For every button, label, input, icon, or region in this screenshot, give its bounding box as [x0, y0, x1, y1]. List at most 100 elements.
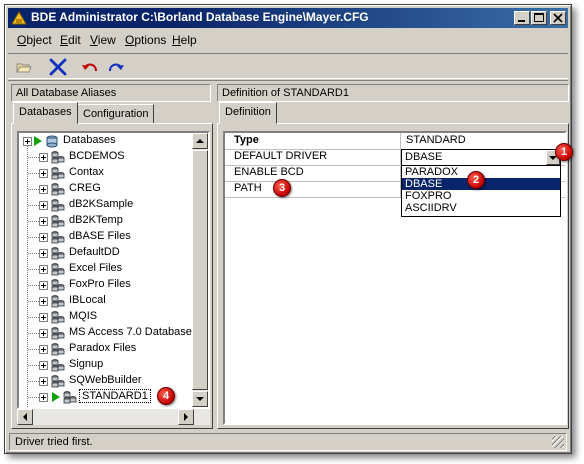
expand-icon[interactable]	[39, 217, 48, 226]
tree-horizontal-scrollbar[interactable]	[17, 409, 210, 425]
menu-view[interactable]: View	[90, 33, 116, 47]
scroll-left-button[interactable]	[17, 409, 33, 425]
right-panel-caption: Definition of STANDARD1	[217, 84, 569, 102]
default-driver-combobox[interactable]: DBASE	[401, 149, 561, 166]
database-alias-icon	[51, 231, 65, 244]
database-alias-icon	[51, 327, 65, 340]
tree-item-label: dB2KTemp	[69, 214, 123, 226]
tree-item-signup[interactable]: Signup	[19, 357, 195, 373]
database-tree[interactable]: Databases BCDEMOS Contax CREG dB2KSample dB2…	[17, 131, 210, 409]
tree-item-label: STANDARD1	[79, 389, 151, 403]
expand-icon[interactable]	[39, 265, 48, 274]
tree-item-label: Contax	[69, 166, 104, 178]
tree-connector	[28, 285, 39, 286]
expand-icon[interactable]	[39, 233, 48, 242]
scroll-up-button[interactable]	[192, 133, 208, 149]
expand-icon[interactable]	[39, 201, 48, 210]
database-alias-icon	[51, 215, 65, 228]
database-alias-icon	[63, 391, 77, 404]
pointer-arrow-icon	[34, 136, 42, 146]
scroll-right-button[interactable]	[178, 409, 194, 425]
minimize-button[interactable]	[514, 11, 530, 25]
tab-definition[interactable]: Definition	[219, 102, 277, 124]
database-alias-icon	[51, 375, 65, 388]
toolbar-separator	[8, 80, 568, 81]
dropdown-option-asciidrv[interactable]: ASCIIDRV	[402, 202, 560, 214]
tree-connector	[28, 157, 39, 158]
tree-item-contax[interactable]: Contax	[19, 165, 195, 181]
undo-arrow-icon	[82, 63, 97, 72]
menu-object[interactable]: Object	[17, 33, 52, 47]
callout-badge-3: 3	[273, 179, 291, 197]
tree-item-label: IBLocal	[69, 294, 106, 306]
database-alias-icon	[51, 263, 65, 276]
delete-button[interactable]	[48, 57, 68, 77]
open-folder-icon	[16, 63, 32, 73]
tree-root-databases[interactable]: Databases	[19, 133, 195, 149]
tree-vertical-scrollbar[interactable]	[192, 133, 208, 407]
tree-item-label: dBASE Files	[69, 230, 131, 242]
tree-item-paradox-files[interactable]: Paradox Files	[19, 341, 195, 357]
tree-item-label: BCDEMOS	[69, 150, 125, 162]
dropdown-option-foxpro[interactable]: FOXPRO	[402, 190, 560, 202]
callout-badge-2: 2	[467, 171, 485, 189]
database-alias-icon	[51, 311, 65, 324]
expand-icon[interactable]	[39, 297, 48, 306]
menu-help[interactable]: Help	[172, 33, 197, 47]
tree-item-label: Databases	[63, 134, 116, 146]
expand-icon[interactable]	[39, 313, 48, 322]
expand-icon[interactable]	[39, 393, 48, 402]
tree-item-defaultdd[interactable]: DefaultDD	[19, 245, 195, 261]
scroll-thumb[interactable]	[192, 150, 208, 390]
delete-x-icon	[49, 58, 67, 76]
tree-item-db2ksample[interactable]: dB2KSample	[19, 197, 195, 213]
arrow-left-icon	[23, 413, 27, 421]
redo-button[interactable]	[106, 57, 126, 77]
expand-icon[interactable]	[39, 281, 48, 290]
expand-icon[interactable]	[39, 249, 48, 258]
expand-icon[interactable]	[39, 329, 48, 338]
tree-connector	[28, 269, 39, 270]
tab-databases[interactable]: Databases	[13, 102, 78, 124]
tree-connector	[28, 317, 39, 318]
tree-item-ms-access-7-0-database[interactable]: MS Access 7.0 Database	[19, 325, 195, 341]
tree-item-dbase-files[interactable]: dBASE Files	[19, 229, 195, 245]
tree-item-mqis[interactable]: MQIS	[19, 309, 195, 325]
resize-grip-icon[interactable]	[552, 436, 564, 448]
toolbar	[8, 53, 568, 79]
definition-grid: Type STANDARD DEFAULT DRIVER ENABLE BCD …	[223, 131, 567, 425]
combobox-value: DBASE	[405, 151, 443, 163]
tree-item-excel-files[interactable]: Excel Files	[19, 261, 195, 277]
expand-icon[interactable]	[39, 169, 48, 178]
parameter-name: ENABLE BCD	[225, 165, 401, 181]
database-alias-icon	[51, 359, 65, 372]
bde-app-icon	[11, 11, 27, 25]
database-alias-icon	[51, 343, 65, 356]
tree-item-bcdemos[interactable]: BCDEMOS	[19, 149, 195, 165]
expand-icon[interactable]	[39, 345, 48, 354]
open-button[interactable]	[14, 57, 34, 77]
parameter-value: STANDARD	[406, 134, 466, 146]
expand-icon[interactable]	[39, 153, 48, 162]
tree-item-db2ktemp[interactable]: dB2KTemp	[19, 213, 195, 229]
expand-icon[interactable]	[39, 185, 48, 194]
tree-item-iblocal[interactable]: IBLocal	[19, 293, 195, 309]
tree-item-foxpro-files[interactable]: FoxPro Files	[19, 277, 195, 293]
title-bar[interactable]: BDE Administrator C:\Borland Database En…	[8, 8, 568, 28]
expand-icon[interactable]	[39, 377, 48, 386]
databases-root-icon	[46, 135, 58, 148]
maximize-button[interactable]	[531, 11, 547, 25]
scroll-down-button[interactable]	[192, 391, 208, 407]
menu-edit[interactable]: Edit	[60, 33, 81, 47]
tree-connector	[28, 349, 39, 350]
expand-icon[interactable]	[23, 137, 32, 146]
undo-button[interactable]	[80, 57, 100, 77]
tree-connector	[28, 381, 39, 382]
tab-configuration[interactable]: Configuration	[77, 104, 155, 124]
tree-item-creg[interactable]: CREG	[19, 181, 195, 197]
menu-options[interactable]: Options	[125, 33, 166, 47]
close-button[interactable]	[550, 11, 566, 25]
definition-row-type[interactable]: Type STANDARD	[225, 133, 565, 150]
expand-icon[interactable]	[39, 361, 48, 370]
tree-item-label: dB2KSample	[69, 198, 134, 210]
